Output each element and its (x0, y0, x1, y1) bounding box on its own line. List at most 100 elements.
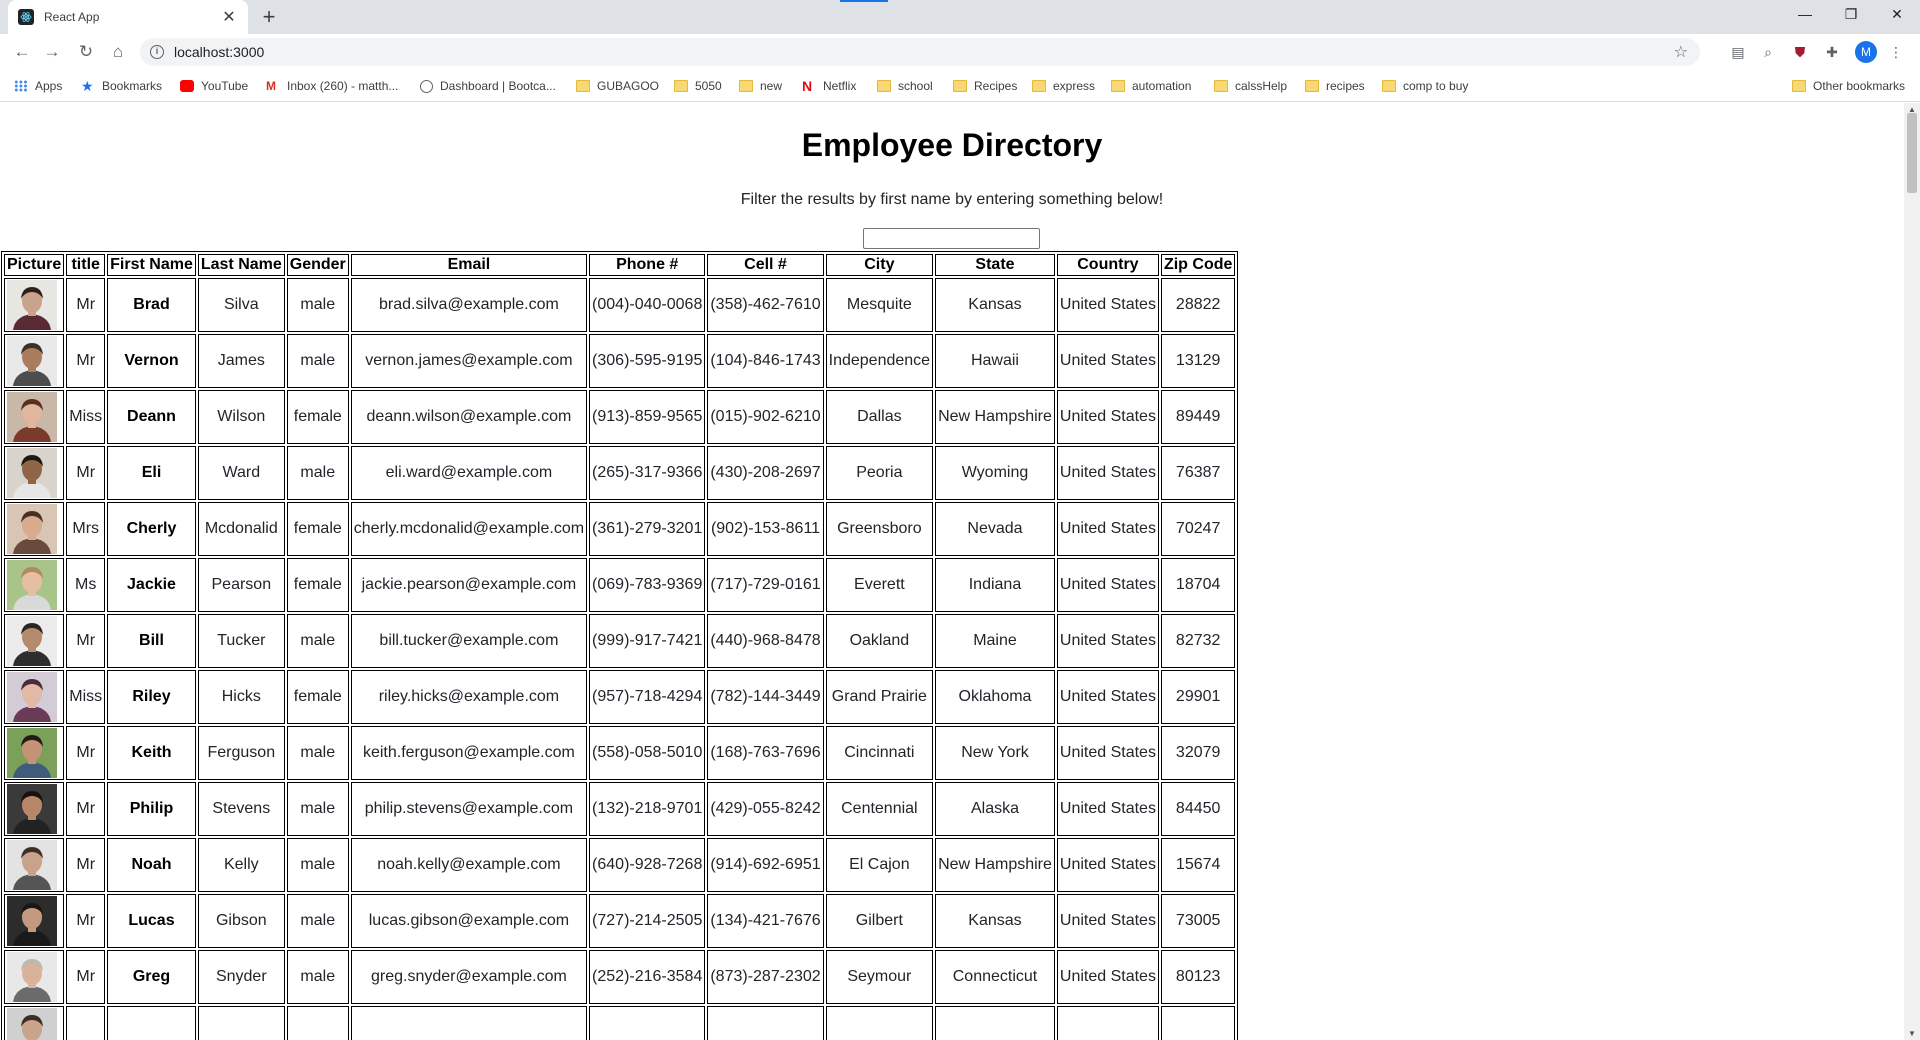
cell-cell-phone (707, 1006, 824, 1040)
bookmark-new[interactable]: new (739, 77, 782, 95)
profile-avatar[interactable]: M (1855, 41, 1877, 63)
cell-gender: male (286, 950, 349, 1004)
column-header-picture[interactable]: Picture (4, 254, 65, 276)
bookmark-5050[interactable]: 5050 (674, 77, 722, 95)
cell-last-name: Pearson (197, 558, 285, 612)
page-scrollbar[interactable]: ▲ ▼ (1904, 103, 1920, 1040)
search-extension-icon[interactable]: ⌕ (1758, 42, 1778, 62)
column-header-first-name[interactable]: First Name (107, 254, 196, 276)
window-close-button[interactable]: ✕ (1874, 0, 1920, 30)
bookmark-school[interactable]: school (877, 77, 933, 95)
column-header-cell[interactable]: Cell # (707, 254, 824, 276)
bookmark-calsshelp[interactable]: calssHelp (1214, 77, 1287, 95)
cell-country: United States (1056, 558, 1159, 612)
cell-last-name: Mcdonalid (197, 502, 285, 556)
cell-zip-code: 73005 (1160, 894, 1236, 948)
cell-gender: male (286, 726, 349, 780)
bookmark-youtube[interactable]: YouTube (180, 77, 248, 95)
folder-icon (1792, 80, 1806, 92)
column-header-zip-code[interactable]: Zip Code (1160, 254, 1236, 276)
browser-tab[interactable]: React App ✕ (8, 0, 248, 34)
netflix-icon: N (802, 78, 813, 94)
cell-zip-code: 29901 (1160, 670, 1236, 724)
restore-button[interactable]: ❐ (1828, 0, 1874, 30)
bookmark-express[interactable]: express (1032, 77, 1095, 95)
cell-first-name: Greg (107, 950, 196, 1004)
menu-dots-icon[interactable]: ⋮ (1886, 42, 1906, 62)
forward-button[interactable]: → (40, 40, 64, 64)
cell-title: Mr (66, 838, 106, 892)
bookmark-inbox[interactable]: M Inbox (260) - matth... (266, 77, 398, 95)
cell-picture (4, 782, 65, 836)
table-row: Mr Noah Kelly male noah.kelly@example.com (64… (4, 838, 1236, 892)
tab-close-icon[interactable]: ✕ (220, 7, 238, 27)
cell-phone: (640)-928-7268 (589, 838, 706, 892)
column-header-country[interactable]: Country (1056, 254, 1159, 276)
bookmark-comp-to-buy[interactable]: comp to buy (1382, 77, 1468, 95)
cell-state: New Hampshire (935, 838, 1055, 892)
bookmark-label: comp to buy (1403, 79, 1469, 93)
cell-gender: female (286, 670, 349, 724)
cell-phone (589, 1006, 706, 1040)
bookmark-bookmarks[interactable]: ★ Bookmarks (81, 77, 162, 95)
table-row: Mr Greg Snyder male greg.snyder@example.com(… (4, 950, 1236, 1004)
employee-photo (7, 616, 57, 666)
column-header-city[interactable]: City (825, 254, 934, 276)
puzzle-extensions-icon[interactable]: ✚ (1822, 42, 1842, 62)
employee-photo (7, 728, 57, 778)
bookmark-label: school (898, 79, 933, 93)
table-row (4, 1006, 1236, 1040)
cell-gender: male (286, 614, 349, 668)
bookmark-automation[interactable]: automation (1111, 77, 1191, 95)
cell-picture (4, 278, 65, 332)
cell-city: Grand Prairie (825, 670, 934, 724)
scrollbar-thumb[interactable] (1907, 113, 1917, 193)
home-button[interactable]: ⌂ (106, 40, 130, 64)
cell-city: Centennial (825, 782, 934, 836)
cell-phone: (306)-595-9195 (589, 334, 706, 388)
cell-picture (4, 838, 65, 892)
bookmark-recipes[interactable]: Recipes (953, 77, 1017, 95)
site-info-icon[interactable]: i (150, 45, 164, 59)
cell-state: New York (935, 726, 1055, 780)
cell-zip-code: 13129 (1160, 334, 1236, 388)
cell-picture (4, 670, 65, 724)
column-header-phone[interactable]: Phone # (589, 254, 706, 276)
bookmark-other[interactable]: Other bookmarks (1792, 77, 1905, 95)
bookmark-star-icon[interactable]: ☆ (1674, 42, 1688, 62)
minimize-button[interactable]: — (1782, 0, 1828, 30)
cell-title: Ms (66, 558, 106, 612)
cell-first-name: Deann (107, 390, 196, 444)
extension-icon[interactable]: ▤ (1728, 42, 1748, 62)
address-bar[interactable]: i localhost:3000 ☆ (140, 38, 1700, 66)
first-name-filter-input[interactable] (863, 228, 1040, 249)
column-header-title[interactable]: title (66, 254, 106, 276)
bookmark-dashboard[interactable]: Dashboard | Bootca... (420, 77, 556, 95)
cell-phone: (265)-317-9366 (589, 446, 706, 500)
column-header-gender[interactable]: Gender (286, 254, 349, 276)
cell-email: keith.ferguson@example.com (350, 726, 588, 780)
column-header-state[interactable]: State (935, 254, 1055, 276)
bookmark-apps[interactable]: Apps (14, 77, 62, 95)
bookmark-label: Inbox (260) - matth... (287, 79, 399, 93)
cell-state: Indiana (935, 558, 1055, 612)
url-text[interactable]: localhost:3000 (174, 44, 264, 60)
bookmark-netflix[interactable]: N Netflix (802, 77, 856, 95)
employee-photo (7, 1008, 57, 1040)
cell-email: brad.silva@example.com (350, 278, 588, 332)
bookmark-gubagoo[interactable]: GUBAGOO (576, 77, 659, 95)
back-button[interactable]: ← (10, 40, 34, 64)
new-tab-button[interactable]: + (256, 5, 282, 31)
bookmark-recipes-2[interactable]: recipes (1305, 77, 1365, 95)
cell-zip-code: 89449 (1160, 390, 1236, 444)
reload-button[interactable]: ↻ (74, 40, 98, 64)
scroll-down-arrow-icon[interactable]: ▼ (1908, 1029, 1916, 1038)
employee-rows: Mr Brad Silva male brad.silva@example.com (00… (4, 278, 1236, 1040)
column-header-last-name[interactable]: Last Name (197, 254, 285, 276)
cell-city: Cincinnati (825, 726, 934, 780)
column-header-email[interactable]: Email (350, 254, 588, 276)
shield-extension-icon[interactable]: ⛊ (1790, 42, 1810, 62)
cell-title: Miss (66, 390, 106, 444)
cell-city: Oakland (825, 614, 934, 668)
cell-city: Independence (825, 334, 934, 388)
